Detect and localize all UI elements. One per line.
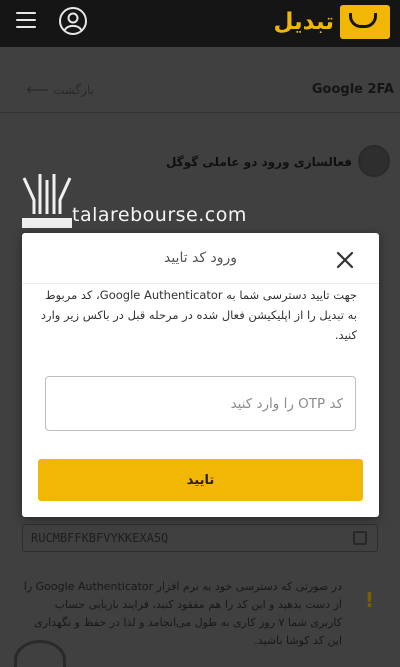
- modal-description: جهت تایید دسترسی شما به Google Authentic…: [40, 288, 357, 342]
- tabdeal-logo-icon: [340, 5, 390, 39]
- brand-logo[interactable]: تبدیل: [274, 4, 390, 40]
- step-title: فعالسازی ورود دو عاملی گوگل: [166, 155, 352, 169]
- back-label: بازگشت: [52, 83, 94, 97]
- watermark-site: talarebourse.com: [72, 204, 247, 226]
- close-icon[interactable]: [334, 249, 356, 271]
- otp-modal: ورود کد تایید جهت تایید دسترسی شما به Go…: [22, 233, 379, 517]
- brand-name: تبدیل: [273, 9, 334, 35]
- talarebourse-logo-icon: [22, 174, 72, 228]
- top-app-bar: تبدیل: [0, 0, 400, 47]
- header-divider: [0, 112, 400, 113]
- warning-text: در صورتی که دسترسی خود به نرم افزار Goog…: [23, 580, 342, 647]
- back-button[interactable]: ⟵ بازگشت: [26, 80, 94, 99]
- modal-title: ورود کد تایید: [163, 250, 238, 266]
- secret-key-value: RUCMBFFKBFVYKKEXA5Q: [31, 531, 169, 545]
- page-title: Google 2FA: [311, 82, 394, 97]
- warning-icon: !: [364, 588, 374, 612]
- hamburger-menu-icon[interactable]: [16, 12, 36, 28]
- confirm-button[interactable]: تایید: [38, 459, 363, 501]
- modal-divider: [22, 283, 379, 284]
- copy-icon[interactable]: [353, 531, 367, 545]
- google-authenticator-icon: [358, 145, 390, 177]
- secret-key-field[interactable]: RUCMBFFKBFVYKKEXA5Q: [22, 524, 378, 552]
- user-account-icon[interactable]: [58, 6, 88, 36]
- page-header: Google 2FA ⟵ بازگشت: [0, 75, 400, 109]
- arrow-left-icon: ⟵: [26, 80, 49, 99]
- otp-input[interactable]: [45, 376, 356, 431]
